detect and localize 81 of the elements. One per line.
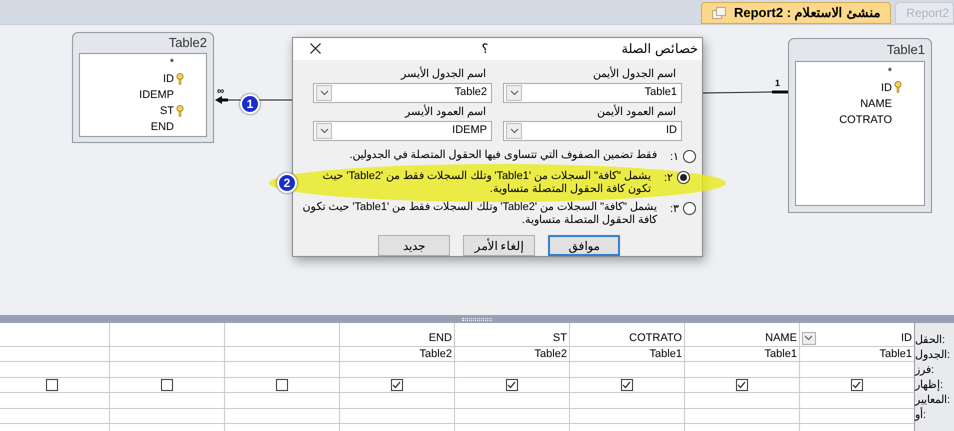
grid-cell[interactable]: Table1 bbox=[880, 346, 912, 362]
row-label: فرز: bbox=[914, 363, 935, 378]
field-name[interactable]: ID bbox=[881, 80, 892, 96]
document-tab[interactable]: Report2 : منشئ الاستعلام bbox=[701, 2, 892, 24]
show-checkbox[interactable] bbox=[506, 378, 518, 391]
combo-value: Table2 bbox=[454, 85, 488, 100]
caret-icon bbox=[510, 90, 518, 96]
option-number: ٢: bbox=[662, 171, 673, 186]
many-mark: ∞ bbox=[217, 87, 224, 97]
combo-box[interactable]: Table2 bbox=[313, 82, 492, 102]
radio-button[interactable] bbox=[677, 171, 690, 184]
field-name[interactable]: ID bbox=[163, 71, 174, 88]
callout-badge: 2 bbox=[277, 173, 297, 193]
combo-value: IDEMP bbox=[451, 123, 488, 138]
one-mark: 1 bbox=[775, 79, 780, 88]
dropdown-button[interactable] bbox=[506, 84, 522, 100]
option-text: فقط تضمين الصفوف التي تتساوى فيها الحقول المتصلة في الجدولين. bbox=[348, 148, 657, 162]
query-icon bbox=[712, 7, 726, 19]
help-button[interactable]: ؟ bbox=[475, 39, 495, 58]
grid-cell[interactable]: COTRATO bbox=[629, 330, 682, 346]
grid-cell[interactable]: ID bbox=[900, 330, 912, 346]
dialog-button[interactable]: إلغاء الأمر bbox=[463, 235, 535, 256]
caret-icon bbox=[804, 335, 814, 342]
field-label: اسم العمود الأيسر bbox=[404, 104, 487, 120]
field-label: اسم العمود الأيمن bbox=[596, 104, 677, 120]
table-box[interactable]: Table1 * ID NAME COTRATO bbox=[788, 38, 932, 213]
combo-box[interactable]: Table1 bbox=[503, 82, 682, 102]
show-checkbox[interactable] bbox=[620, 378, 633, 391]
table-title: Table2 bbox=[168, 34, 207, 52]
table-title: Table1 bbox=[886, 41, 925, 60]
grid-cell[interactable]: NAME bbox=[765, 330, 797, 346]
table-box[interactable]: Table2 * ID IDEMP ST END bbox=[72, 32, 214, 143]
dialog-button[interactable]: موافق bbox=[548, 235, 620, 256]
dropdown-button[interactable] bbox=[316, 122, 332, 138]
radio-button[interactable] bbox=[683, 202, 696, 215]
show-checkbox[interactable] bbox=[736, 378, 748, 391]
dropdown-button[interactable] bbox=[506, 122, 522, 138]
caret-icon bbox=[320, 128, 328, 134]
splitter-bar[interactable] bbox=[0, 315, 954, 323]
option-number: ١: bbox=[668, 150, 679, 164]
row-label: إظهار: bbox=[914, 378, 944, 393]
field-name[interactable]: ST bbox=[160, 103, 174, 120]
dropdown-button[interactable] bbox=[316, 84, 332, 100]
field-name[interactable]: COTRATO bbox=[839, 112, 892, 128]
row-label: الحقل: bbox=[914, 333, 946, 348]
combo-box[interactable]: IDEMP bbox=[313, 120, 492, 140]
row-label: الجدول: bbox=[914, 348, 951, 363]
grid-cell[interactable]: ST bbox=[552, 330, 567, 346]
option-text: يشمل "كافة" السجلات من 'Table1' وتلك السجلات فقط من 'Table2' حيث تكون كافة الحقول المتصلة متساوية. bbox=[321, 170, 651, 196]
dialog-title: خصائص الصلة bbox=[620, 40, 698, 58]
dialog-button[interactable]: جديد bbox=[378, 235, 450, 256]
field-name[interactable]: END bbox=[150, 119, 174, 136]
caret-icon bbox=[510, 128, 518, 134]
grid-cell[interactable]: Table1 bbox=[764, 346, 797, 362]
row-label: أو: bbox=[914, 408, 927, 423]
combo-box[interactable]: ID bbox=[503, 120, 682, 140]
row-label: المعايير: bbox=[914, 393, 951, 407]
grid-cell[interactable]: Table2 bbox=[534, 346, 567, 362]
callout-badge: 1 bbox=[240, 94, 260, 114]
caret-icon bbox=[320, 90, 328, 96]
option-number: ٣: bbox=[668, 202, 679, 217]
combo-value: ID bbox=[665, 123, 678, 138]
show-checkbox[interactable] bbox=[390, 378, 403, 391]
grid-cell[interactable]: END bbox=[428, 330, 452, 346]
field-name[interactable]: * bbox=[888, 64, 892, 80]
option-text: يشمل "كافة" السجلات من 'Table2' وتلك السجلات فقط من 'Table1' حيث تكون كافة الحقول المتصلة متساوية. bbox=[301, 201, 657, 227]
field-name[interactable]: NAME bbox=[860, 96, 892, 112]
grid-cell[interactable]: Table1 bbox=[650, 346, 682, 362]
combo-value: Table1 bbox=[644, 85, 678, 100]
show-checkbox[interactable] bbox=[160, 378, 173, 391]
grid-cell[interactable]: Table2 bbox=[420, 346, 452, 362]
show-checkbox[interactable] bbox=[276, 378, 288, 391]
dropdown-button[interactable] bbox=[802, 332, 816, 345]
field-label: اسم الجدول الأيمن bbox=[592, 66, 677, 82]
field-name[interactable]: IDEMP bbox=[139, 87, 174, 104]
radio-button[interactable] bbox=[683, 150, 696, 162]
field-label: اسم الجدول الأيسر bbox=[400, 66, 487, 82]
show-checkbox[interactable] bbox=[46, 378, 58, 391]
close-icon bbox=[310, 43, 320, 54]
field-name[interactable]: * bbox=[170, 55, 174, 72]
show-checkbox[interactable] bbox=[850, 378, 863, 391]
